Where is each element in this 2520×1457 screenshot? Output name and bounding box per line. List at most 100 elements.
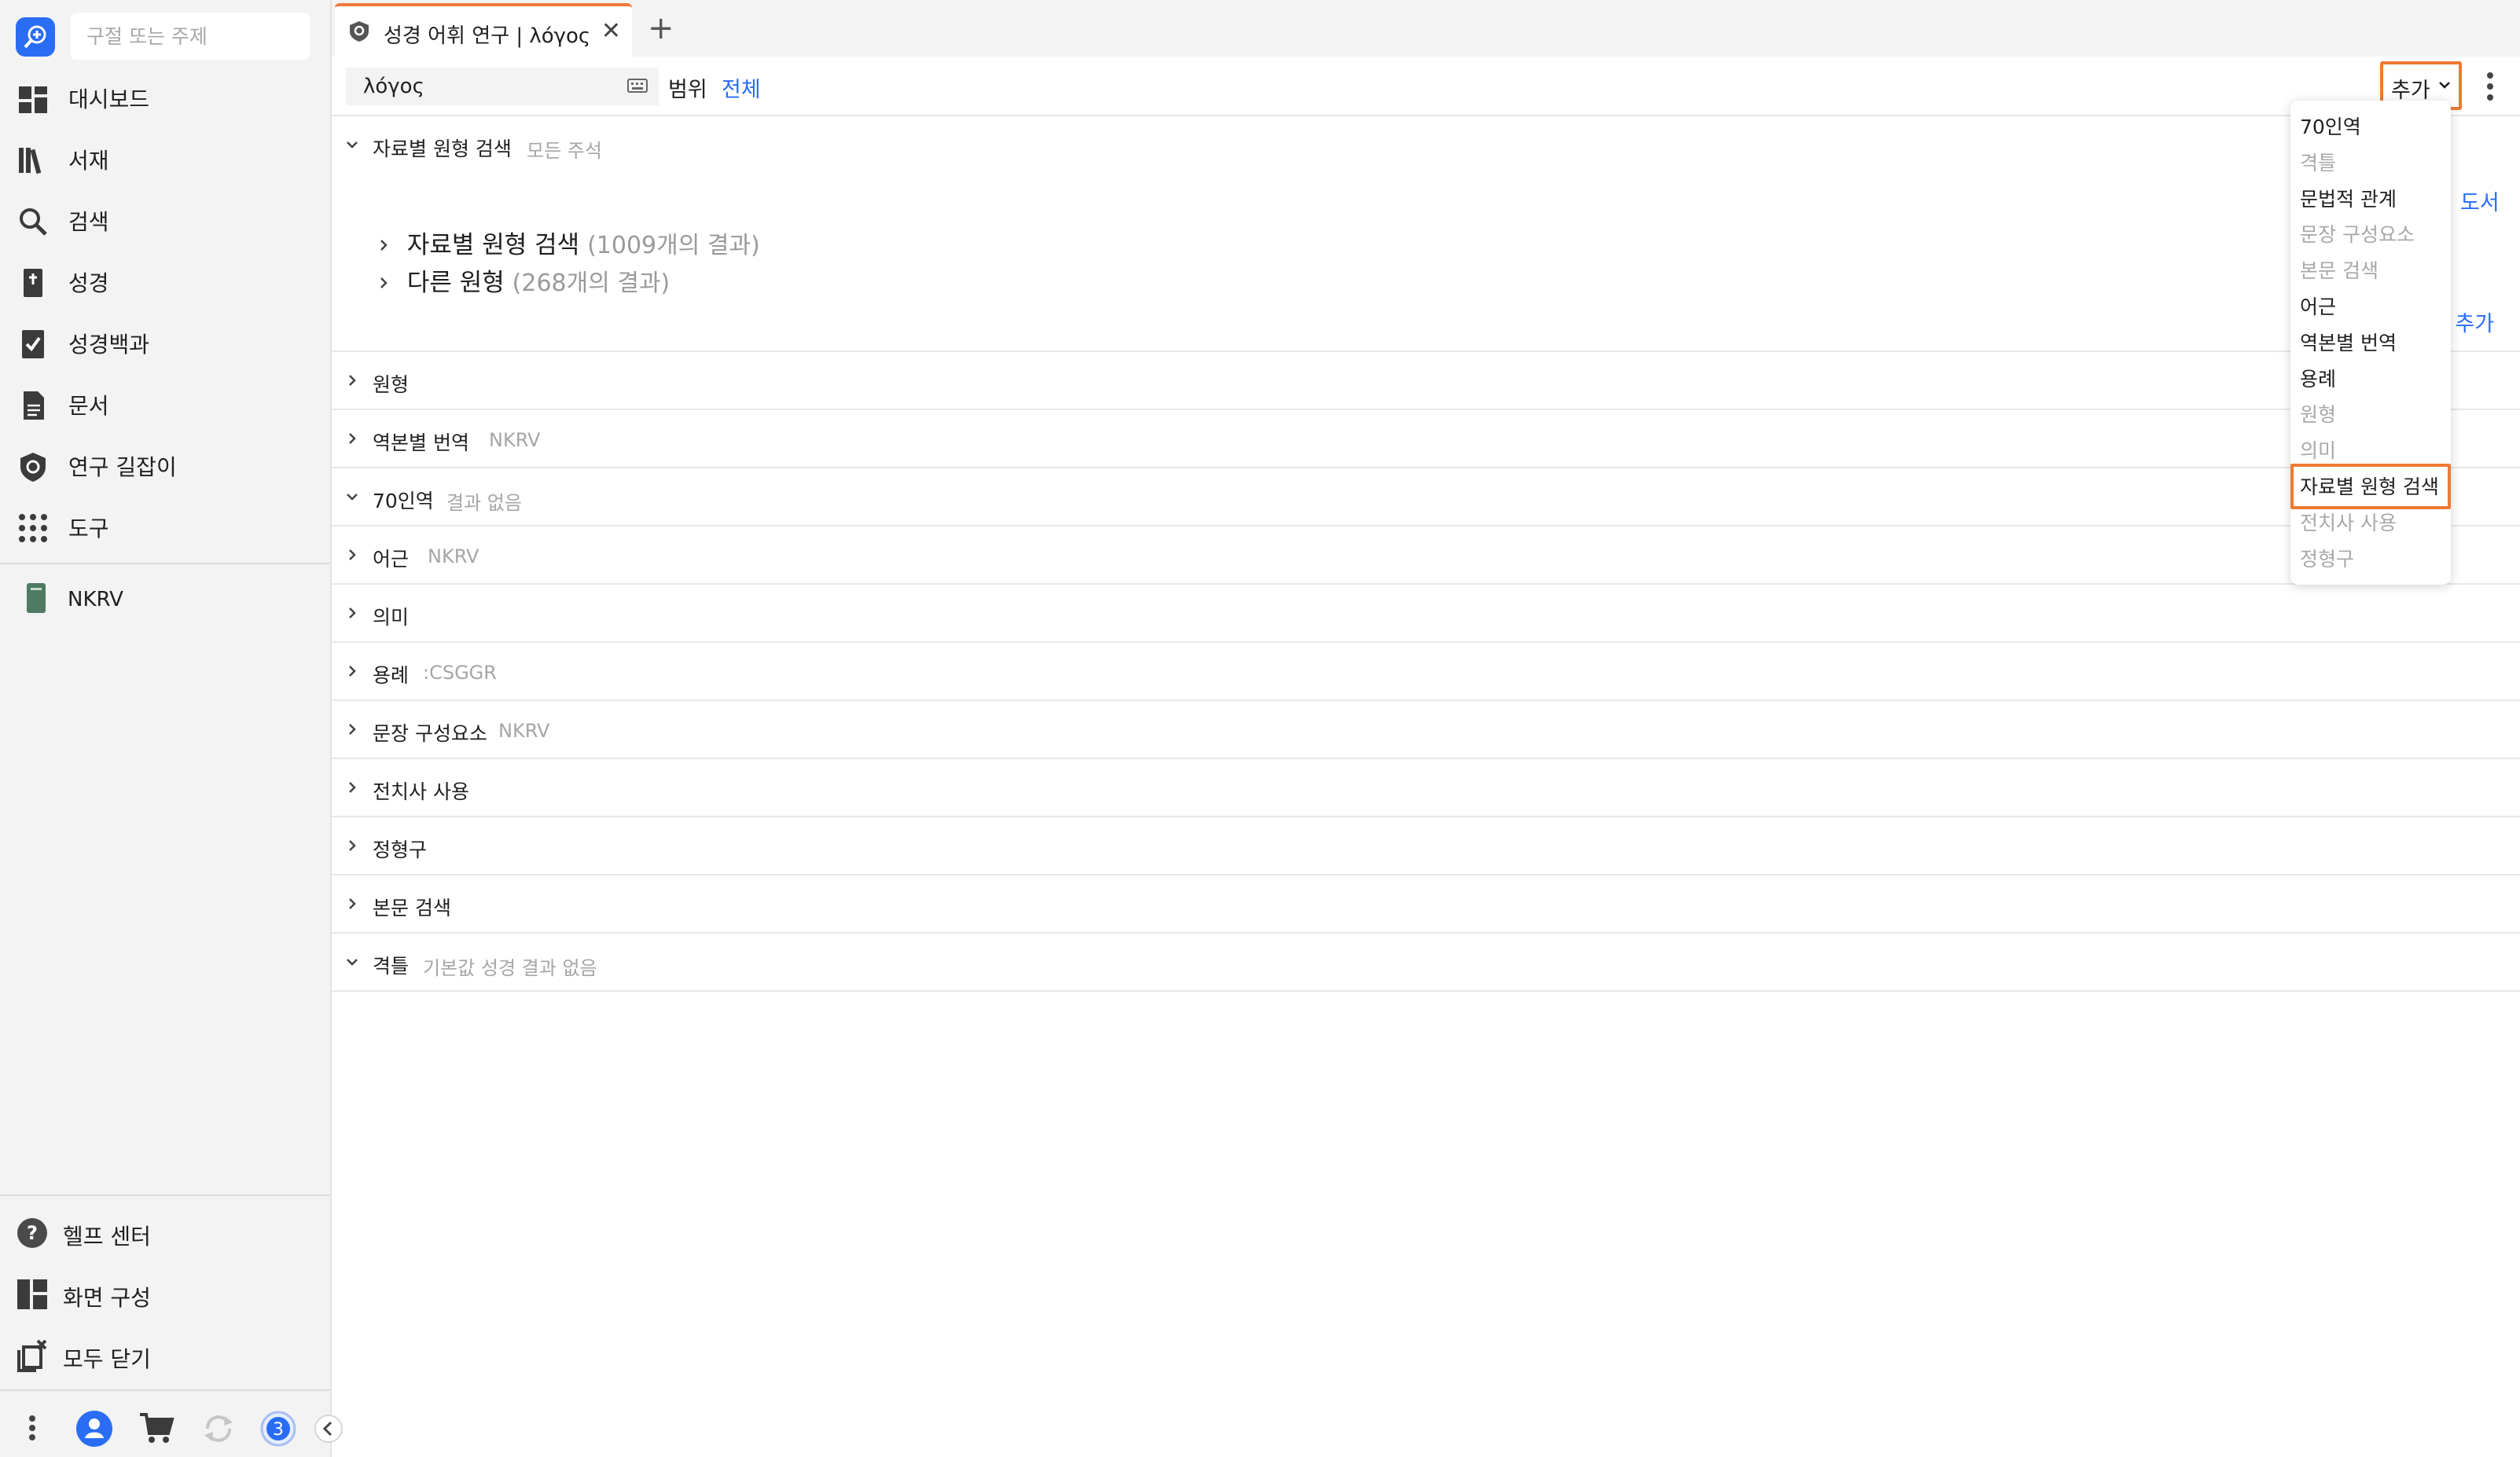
- dropdown-item[interactable]: 어근: [2300, 292, 2336, 320]
- cart-icon[interactable]: [138, 1411, 174, 1444]
- section-sub: NKRV: [498, 720, 550, 742]
- section-sub: 기본값 성경 결과 없음: [423, 957, 597, 979]
- chevron-right-icon: [349, 666, 356, 677]
- section-row[interactable]: 문장 구성요소 NKRV: [332, 701, 2520, 759]
- tab-title: 성경 어휘 연구 | λόγος: [384, 24, 591, 48]
- section-row[interactable]: 원형: [332, 352, 2520, 410]
- close-all-icon: [17, 1339, 47, 1372]
- tab-close-icon[interactable]: ✕: [601, 17, 621, 45]
- section-header[interactable]: 자료별 원형 검색 모든 주석: [332, 116, 2520, 174]
- section-row[interactable]: 어근 NKRV: [332, 527, 2520, 585]
- search-icon: [20, 208, 47, 236]
- status-bar: 3: [0, 1396, 343, 1457]
- dashboard-icon: [19, 86, 47, 113]
- sidebar-divider: [0, 1195, 330, 1196]
- section-title: 70인역: [373, 490, 434, 512]
- help-center-label: 헬프 센터: [63, 1224, 151, 1250]
- collapse-sidebar-icon[interactable]: [313, 1413, 344, 1444]
- global-search-input[interactable]: [71, 13, 310, 60]
- nav-item-bible[interactable]: 성경: [0, 251, 330, 313]
- nav-item-dashboard[interactable]: 대시보드: [0, 68, 330, 129]
- result-row[interactable]: 자료별 원형 검색 (1009개의 결과): [376, 225, 760, 260]
- result-label: 자료별 원형 검색: [406, 231, 580, 259]
- account-icon[interactable]: [75, 1410, 113, 1448]
- progress-badge-icon[interactable]: 3: [259, 1410, 297, 1448]
- svg-text:3: 3: [273, 1420, 284, 1440]
- app-logo-icon[interactable]: [16, 17, 55, 57]
- chevron-down-icon: [2439, 82, 2450, 89]
- section-row[interactable]: 70인역 결과 없음: [332, 468, 2520, 527]
- chevron-down-icon: [347, 141, 358, 149]
- layout-label: 화면 구성: [63, 1285, 151, 1311]
- dropdown-item[interactable]: 용례: [2300, 364, 2336, 392]
- dropdown-item[interactable]: 70인역: [2300, 112, 2361, 140]
- nav-item-search[interactable]: 검색: [0, 190, 330, 251]
- section-title: 정형구: [373, 839, 428, 861]
- dropdown-item[interactable]: 자료별 원형 검색: [2300, 472, 2439, 500]
- section-title: 자료별 원형 검색: [373, 138, 512, 160]
- nav-item-library[interactable]: 서재: [0, 129, 330, 190]
- section-row[interactable]: 격틀 기본값 성경 결과 없음: [332, 934, 2520, 992]
- section-title: 원형: [373, 373, 410, 396]
- tools-grid-icon: [19, 514, 47, 542]
- keyboard-icon[interactable]: [627, 79, 648, 93]
- book-icon: [27, 583, 46, 613]
- svg-text:?: ?: [27, 1222, 38, 1244]
- chevron-right-icon: [349, 898, 356, 909]
- section-title: 전치사 사용: [373, 780, 469, 803]
- resource-label: NKRV: [68, 588, 123, 611]
- nav-item-documents[interactable]: 문서: [0, 374, 330, 435]
- dropdown-item: 의미: [2300, 439, 2337, 463]
- range-selector[interactable]: 전체: [722, 72, 761, 103]
- result-row[interactable]: 다른 원형 (268개의 결과): [376, 262, 670, 298]
- section-sub: 모든 주석: [527, 140, 602, 162]
- section-row[interactable]: 정형구: [332, 817, 2520, 875]
- section-sub: :CSGGR: [423, 662, 497, 684]
- nav-item-guides[interactable]: 연구 길잡이: [0, 435, 330, 497]
- dropdown-item: 격틀: [2300, 151, 2337, 174]
- sidebar: 대시보드 서재 검색 성경 성경백과 문서 연구 길잡이 도구 NKRV: [0, 0, 343, 1457]
- panel-menu-icon[interactable]: [2482, 71, 2498, 102]
- chevron-right-icon: [376, 231, 399, 259]
- dropdown-item: 전치사 사용: [2300, 511, 2397, 534]
- open-resource-nkrv[interactable]: NKRV: [0, 571, 330, 630]
- sync-icon[interactable]: [201, 1411, 236, 1446]
- section-expanded-lemma-by-resource: 자료별 원형 검색 모든 주석 자료별 원형 검색 (1009개의 결과) 다른…: [332, 116, 2520, 352]
- add-tab-icon[interactable]: +: [648, 9, 674, 47]
- chevron-right-icon: [349, 433, 356, 444]
- tab-bible-word-study[interactable]: 성경 어휘 연구 | λόγος ✕: [335, 3, 632, 57]
- section-row[interactable]: 용례 :CSGGR: [332, 643, 2520, 701]
- close-all-button[interactable]: 모두 닫기: [0, 1325, 330, 1385]
- nav-item-tools[interactable]: 도구: [0, 497, 330, 558]
- help-center-button[interactable]: ? 헬프 센터: [0, 1202, 330, 1262]
- more-vertical-icon[interactable]: [28, 1415, 36, 1441]
- dropdown-item: 문장 구성요소: [2300, 223, 2415, 247]
- add-section-dropdown: 70인역 격틀 문법적 관계 문장 구성요소 본문 검색 어근 역본별 번역 용례 원형 의미 자료…: [2290, 101, 2451, 585]
- dropdown-item: 정형구: [2300, 547, 2355, 571]
- lemma-input[interactable]: [346, 68, 659, 105]
- layout-icon: [17, 1279, 47, 1309]
- add-button-label: 추가: [2391, 79, 2430, 103]
- nav-label: 검색: [68, 209, 109, 235]
- bible-icon: [24, 269, 42, 297]
- section-row[interactable]: 역본별 번역 NKRV: [332, 410, 2520, 468]
- chevron-right-icon: [376, 269, 399, 297]
- section-title: 문장 구성요소: [373, 722, 487, 745]
- peek-link-books[interactable]: 도서: [2460, 185, 2500, 216]
- section-row[interactable]: 전치사 사용: [332, 759, 2520, 817]
- layout-button[interactable]: 화면 구성: [0, 1264, 330, 1323]
- section-title: 용례: [373, 664, 410, 687]
- section-sub: NKRV: [428, 545, 479, 567]
- dropdown-item[interactable]: 문법적 관계: [2300, 184, 2397, 212]
- chevron-down-icon: [347, 494, 358, 501]
- section-title: 역본별 번역: [373, 431, 469, 454]
- sidebar-divider: [0, 1389, 330, 1391]
- nav-item-factbook[interactable]: 성경백과: [0, 313, 330, 374]
- range-label: 범위: [668, 78, 707, 102]
- dropdown-item[interactable]: 역본별 번역: [2300, 328, 2397, 356]
- nav-label: 대시보드: [68, 86, 150, 112]
- result-label: 다른 원형: [406, 269, 505, 297]
- section-row[interactable]: 의미: [332, 585, 2520, 643]
- sidebar-divider: [0, 563, 330, 564]
- section-row[interactable]: 본문 검색: [332, 875, 2520, 934]
